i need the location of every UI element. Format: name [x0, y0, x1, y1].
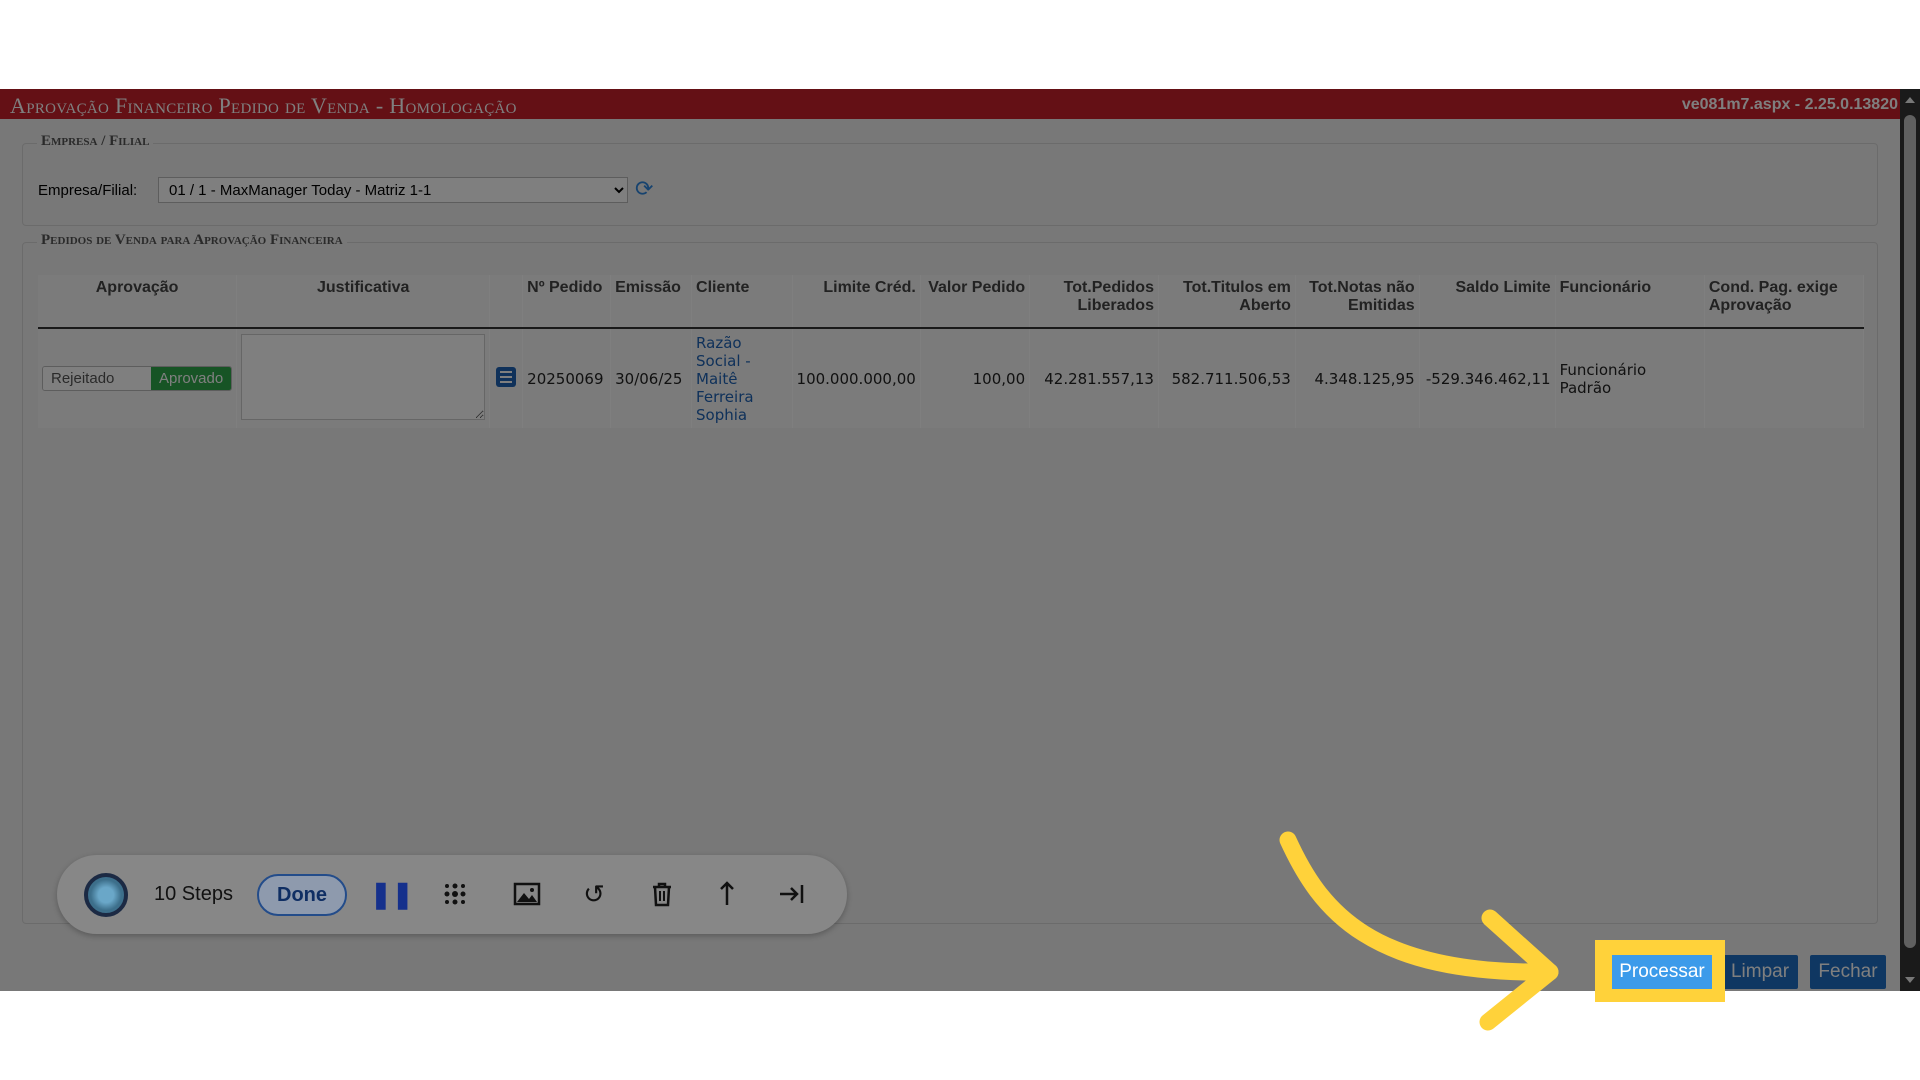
table-header-row: Aprovação Justificativa Nº Pedido Emissã… [38, 275, 1865, 329]
processar-button[interactable]: Processar [1612, 955, 1712, 989]
col-pedido: Nº Pedido [522, 275, 612, 329]
empresa-fieldset: Empresa / Filial Empresa/Filial: 01 / 1 … [22, 133, 1878, 226]
cell-aprovacao: Rejeitado Aprovado [38, 328, 238, 428]
client-link[interactable]: Razão Social - Maitê Ferreira Sophia [696, 334, 754, 424]
toggle-rejeitado[interactable]: Rejeitado [43, 367, 151, 390]
pause-icon[interactable]: ❚❚ [370, 879, 414, 909]
pedidos-legend: Pedidos de Venda para Aprovação Financei… [37, 232, 347, 249]
empresa-select[interactable]: 01 / 1 - MaxManager Today - Matriz 1-1 [158, 177, 628, 203]
cell-details [489, 328, 524, 428]
recorder-toolbar: 10 Steps Done ❚❚ ↺ [57, 855, 847, 934]
empresa-label: Empresa/Filial: [38, 182, 138, 199]
refresh-icon[interactable]: ⟳ [635, 178, 653, 200]
details-list-icon[interactable] [496, 366, 517, 387]
justificativa-input[interactable] [241, 333, 486, 420]
col-cliente: Cliente [691, 275, 793, 329]
table-row: Rejeitado Aprovado 20250069 30/06/25 Raz… [38, 328, 1865, 428]
blur-icon[interactable] [440, 879, 470, 909]
recorder-logo-icon [84, 873, 128, 917]
undo-icon[interactable]: ↺ [579, 879, 609, 909]
cell-saldo: -529.346.462,11 [1419, 328, 1556, 428]
trash-icon[interactable] [647, 879, 677, 909]
approval-toggle[interactable]: Rejeitado Aprovado [42, 366, 233, 391]
col-tot-titulos: Tot.Titulos em Aberto [1158, 275, 1296, 329]
cell-tot-notas: 4.348.125,95 [1295, 328, 1420, 428]
cell-valor: 100,00 [920, 328, 1031, 428]
cell-cliente: Razão Social - Maitê Ferreira Sophia [691, 328, 793, 428]
col-aprovacao: Aprovação [38, 275, 238, 329]
limpar-button[interactable]: Limpar [1722, 955, 1798, 989]
steps-count: 10 Steps [154, 883, 233, 905]
cell-cond-pag [1704, 328, 1865, 428]
col-details [489, 275, 524, 329]
col-emissao: Emissão [610, 275, 693, 329]
scroll-up-icon[interactable] [1905, 97, 1915, 103]
col-justificativa: Justificativa [236, 275, 491, 329]
col-tot-notas: Tot.Notas não Emitidas [1295, 275, 1420, 329]
cell-limite: 100.000.000,00 [792, 328, 921, 428]
col-valor: Valor Pedido [920, 275, 1031, 329]
col-saldo: Saldo Limite [1419, 275, 1556, 329]
col-limite: Limite Créd. [792, 275, 921, 329]
cell-emissao: 30/06/25 [610, 328, 693, 428]
col-funcionario: Funcionário [1555, 275, 1705, 329]
title-bar: Aprovação Financeiro Pedido de Venda - H… [0, 89, 1920, 119]
col-tot-liberados: Tot.Pedidos Liberados [1029, 275, 1159, 329]
done-button[interactable]: Done [257, 874, 347, 916]
page-title: Aprovação Financeiro Pedido de Venda - H… [10, 93, 517, 118]
scrollbar-thumb[interactable] [1904, 115, 1916, 948]
vertical-scrollbar[interactable] [1900, 89, 1920, 991]
cell-tot-liberados: 42.281.557,13 [1029, 328, 1159, 428]
scroll-down-icon[interactable] [1905, 977, 1915, 983]
pedidos-table: Aprovação Justificativa Nº Pedido Emissã… [38, 275, 1865, 428]
col-cond-pag: Cond. Pag. exige Aprovação [1704, 275, 1865, 329]
cell-funcionario: Funcionário Padrão [1555, 328, 1705, 428]
cell-justificativa [236, 328, 491, 428]
image-icon[interactable] [512, 879, 542, 909]
toggle-aprovado[interactable]: Aprovado [151, 367, 232, 390]
arrow-up-icon[interactable] [712, 879, 742, 909]
version-label: ve081m7.aspx - 2.25.0.13820 [1681, 96, 1898, 113]
pedidos-fieldset: Pedidos de Venda para Aprovação Financei… [22, 232, 1878, 924]
cell-pedido: 20250069 [522, 328, 612, 428]
empresa-legend: Empresa / Filial [37, 133, 154, 150]
fechar-button[interactable]: Fechar [1810, 955, 1886, 989]
cell-tot-titulos: 582.711.506,53 [1158, 328, 1296, 428]
skip-to-end-icon[interactable] [777, 879, 807, 909]
